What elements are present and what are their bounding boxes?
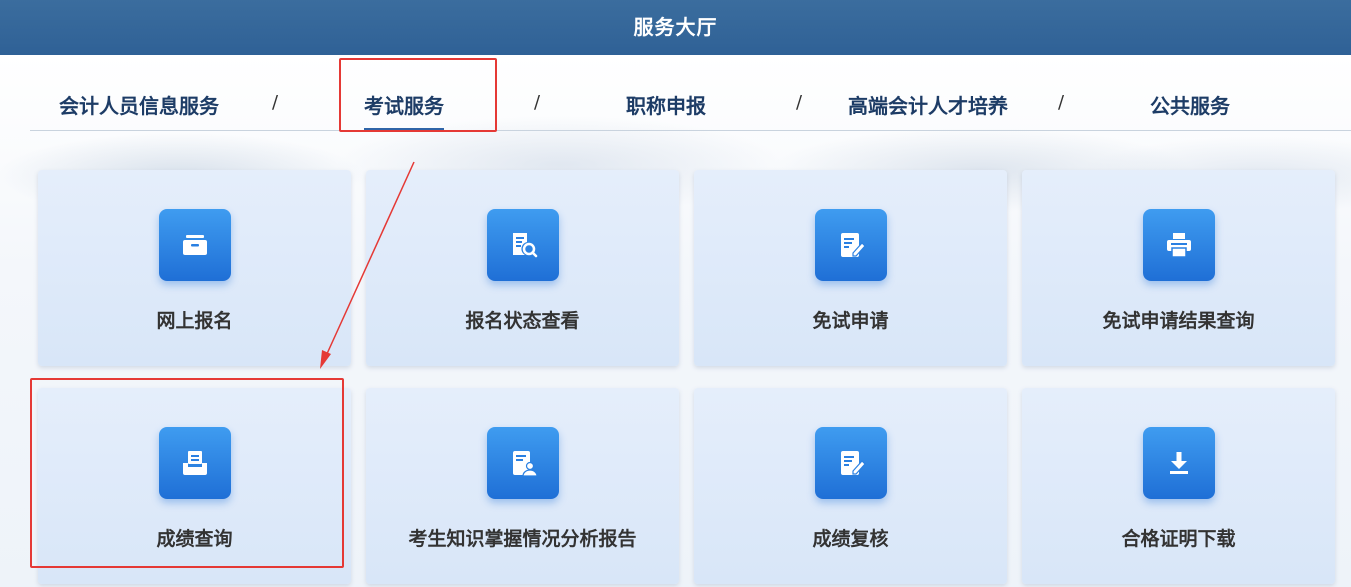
card-label: 网上报名 [156, 310, 233, 332]
card-certificate-download[interactable]: 合格证明下载 [1022, 388, 1335, 584]
tab-senior-talent[interactable]: 高端会计人才培养 [848, 90, 1008, 119]
card-label: 免试申请结果查询 [1102, 310, 1255, 332]
card-label: 报名状态查看 [465, 310, 580, 332]
service-tabs: 会计人员信息服务 / 考试服务 / 职称申报 / 高端会计人才培养 / 公共服务 [30, 62, 1351, 131]
card-exemption-application[interactable]: 免试申请 [694, 170, 1007, 366]
edit-document-icon [814, 427, 887, 499]
annotation-highlight-card [30, 378, 344, 568]
card-label: 免试申请 [812, 310, 889, 332]
annotation-highlight-tab [339, 58, 497, 132]
card-knowledge-analysis-report[interactable]: 考生知识掌握情况分析报告 [366, 388, 679, 584]
tab-separator: / [272, 92, 279, 113]
card-exemption-result-query[interactable]: 免试申请结果查询 [1022, 170, 1335, 366]
download-icon [1142, 427, 1215, 499]
tab-accountant-info[interactable]: 会计人员信息服务 [59, 90, 219, 119]
card-label: 成绩复核 [812, 528, 889, 550]
tab-separator: / [1058, 92, 1065, 113]
card-label: 考生知识掌握情况分析报告 [408, 528, 637, 550]
document-search-icon [486, 209, 559, 281]
card-label: 合格证明下载 [1121, 528, 1236, 550]
card-registration-status[interactable]: 报名状态查看 [366, 170, 679, 366]
page-title: 服务大厅 [633, 15, 718, 39]
document-user-icon [486, 427, 559, 499]
card-score-review[interactable]: 成绩复核 [694, 388, 1007, 584]
tab-title-application[interactable]: 职称申报 [626, 90, 706, 119]
page-header: 服务大厅 [0, 0, 1351, 55]
inbox-tray-icon [158, 209, 231, 281]
edit-document-icon [814, 209, 887, 281]
card-online-registration[interactable]: 网上报名 [38, 170, 351, 366]
page: 服务大厅 会计人员信息服务 / 考试服务 / 职称申报 / 高端会计人才培养 /… [0, 0, 1351, 587]
printer-icon [1142, 209, 1215, 281]
tab-separator: / [534, 92, 541, 113]
tab-public-services[interactable]: 公共服务 [1150, 90, 1230, 119]
tab-separator: / [796, 92, 803, 113]
